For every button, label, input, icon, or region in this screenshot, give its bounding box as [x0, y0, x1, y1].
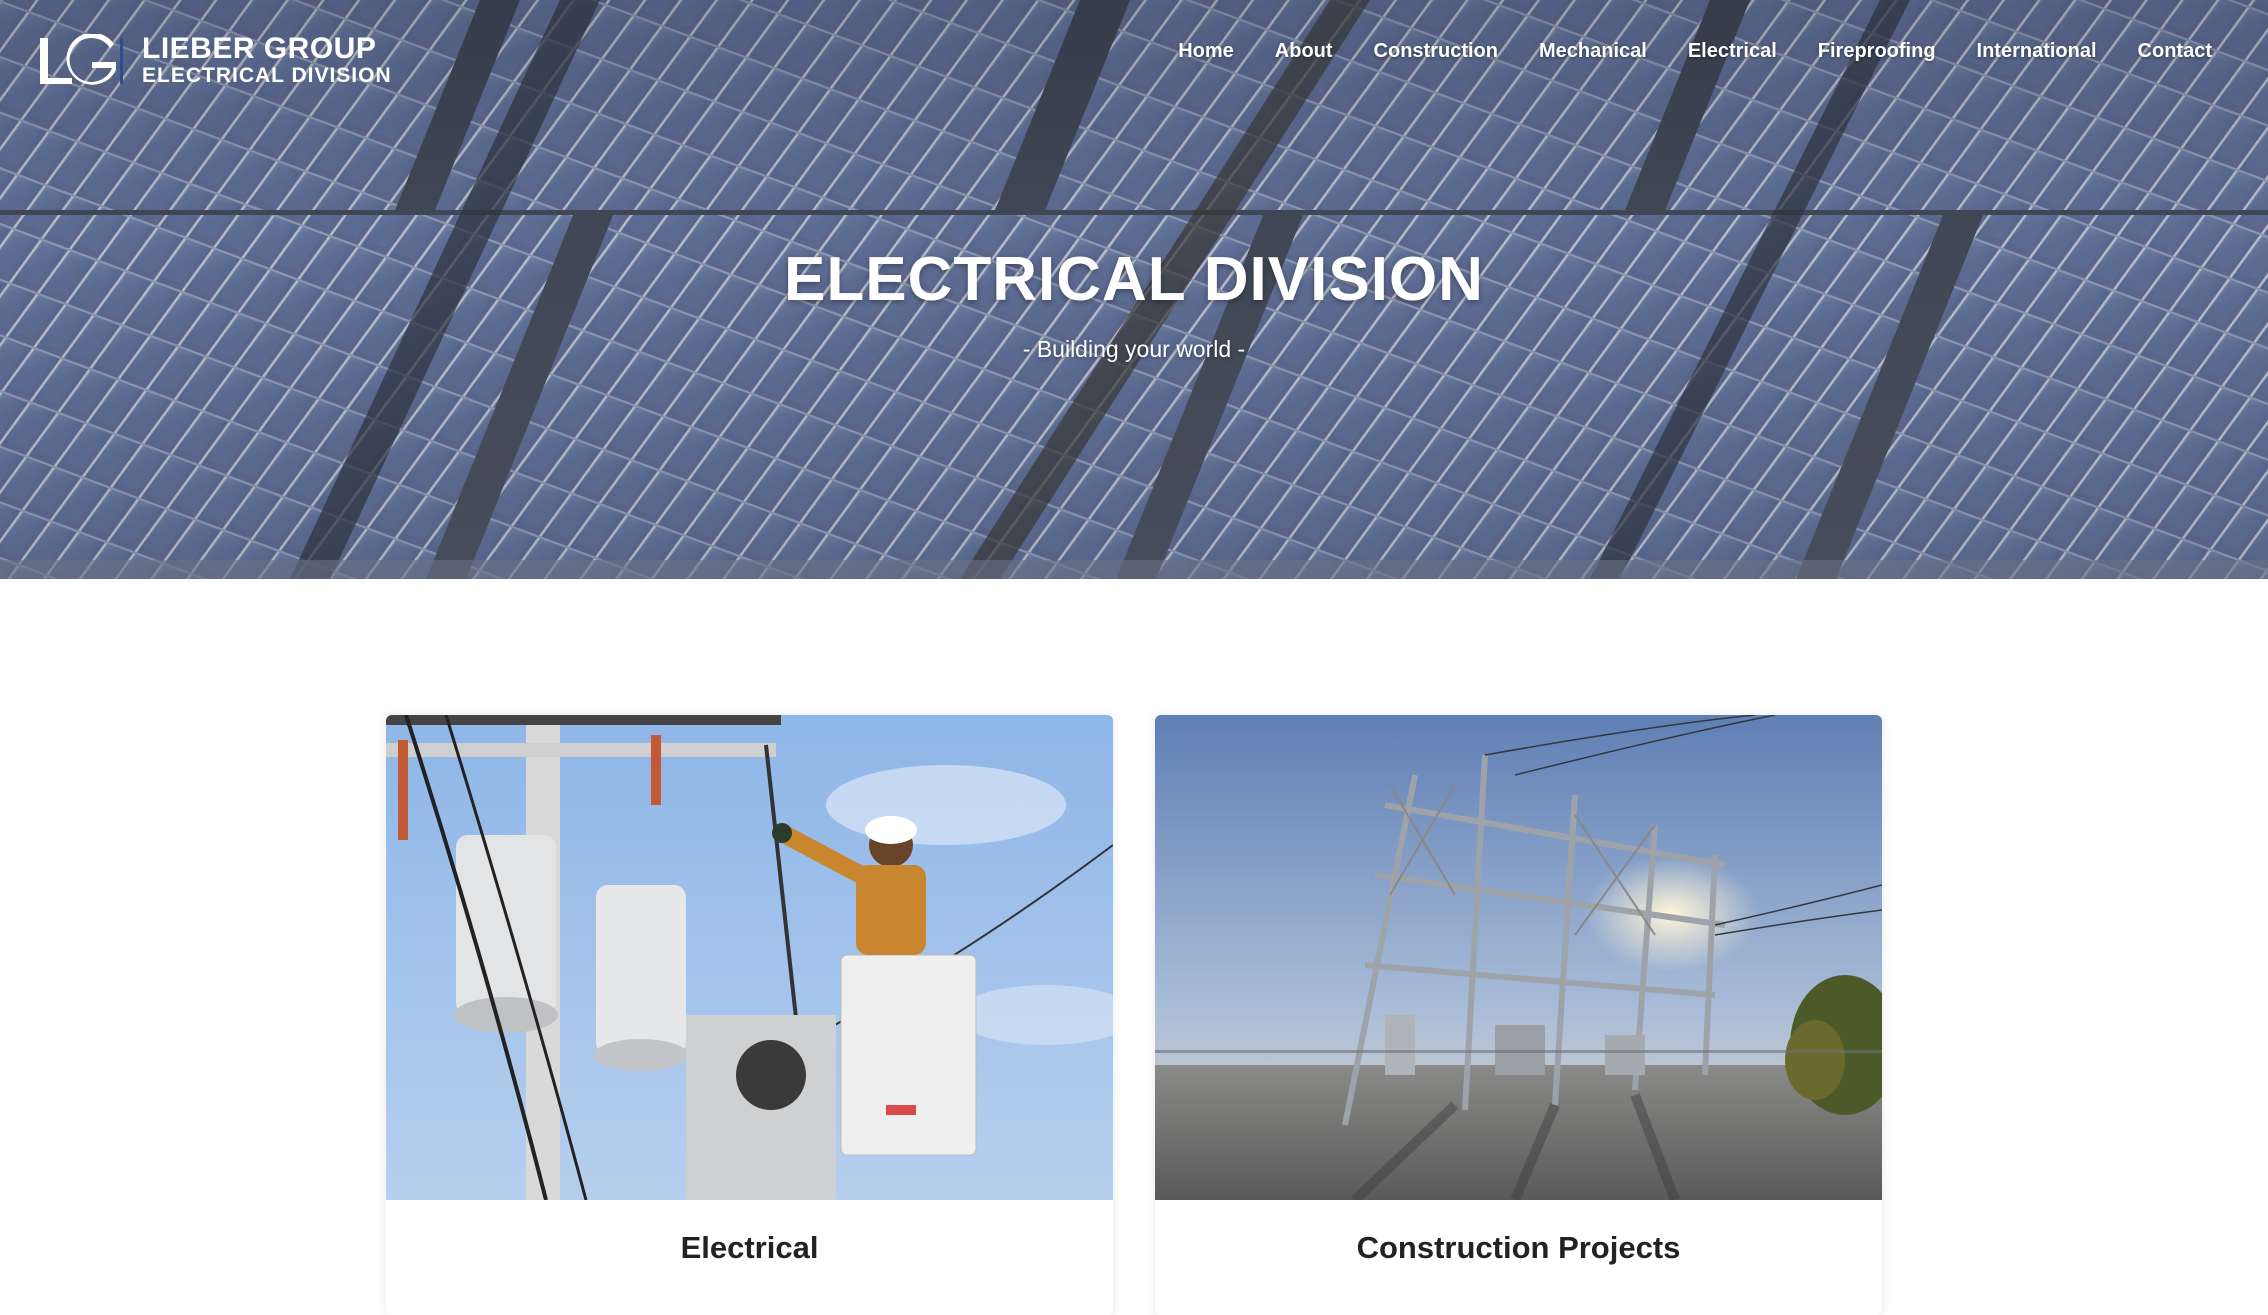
lineman-photo [386, 715, 1113, 1200]
page-title: ELECTRICAL DIVISION [784, 245, 1484, 314]
brand-name: LIEBER GROUP [142, 32, 377, 65]
nav-home[interactable]: Home [1178, 40, 1234, 63]
nav-fireproofing[interactable]: Fireproofing [1818, 40, 1936, 63]
page-subtitle: - Building your world - [1022, 336, 1246, 362]
card-title: Construction Projects [1356, 1230, 1681, 1265]
hero-banner: LIEBER GROUP ELECTRICAL DIVISION Home Ab… [0, 0, 2268, 579]
card-title: Electrical [680, 1230, 819, 1265]
site-logo[interactable]: LIEBER GROUP ELECTRICAL DIVISION [38, 33, 392, 87]
nav-contact[interactable]: Contact [2138, 40, 2212, 63]
card-construction-projects[interactable]: Construction Projects [1155, 715, 1882, 1315]
main-nav: Home About Construction Mechanical Elect… [1178, 40, 2212, 63]
nav-international[interactable]: International [1977, 40, 2097, 63]
nav-electrical[interactable]: Electrical [1688, 40, 1777, 63]
nav-construction[interactable]: Construction [1374, 40, 1498, 63]
lg-logo-icon [40, 34, 123, 85]
card-electrical[interactable]: Electrical [386, 715, 1113, 1315]
brand-division: ELECTRICAL DIVISION [142, 64, 392, 87]
nav-mechanical[interactable]: Mechanical [1539, 40, 1647, 63]
nav-about[interactable]: About [1275, 40, 1333, 63]
substation-photo [1155, 715, 1882, 1200]
